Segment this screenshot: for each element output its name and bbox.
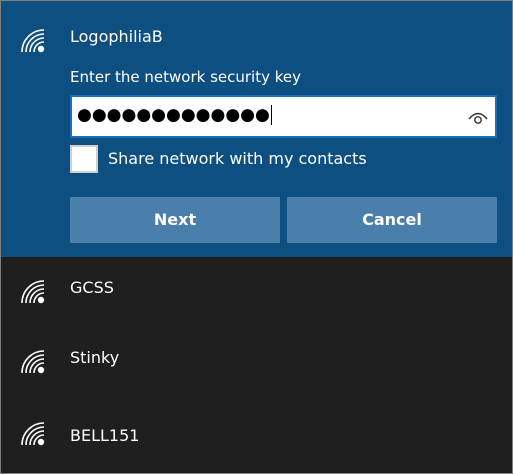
wifi-icon (20, 349, 46, 375)
selected-network-name: LogophiliaB (70, 27, 163, 46)
selected-network-panel[interactable]: LogophiliaB Enter the network security k… (1, 1, 512, 257)
next-button[interactable]: Next (70, 197, 280, 243)
share-network-checkbox[interactable] (70, 145, 98, 173)
masked-key-text: ●●●●●●●●●●●●● (77, 105, 272, 125)
share-network-label[interactable]: Share network with my contacts (108, 148, 367, 170)
wifi-flyout: LogophiliaB Enter the network security k… (0, 0, 513, 474)
cancel-button[interactable]: Cancel (287, 197, 497, 243)
network-name: GCSS (70, 278, 114, 297)
security-key-prompt: Enter the network security key (70, 68, 302, 86)
network-name: Stinky (70, 348, 120, 367)
eye-icon[interactable] (467, 107, 489, 127)
network-list-item[interactable]: GCSS (1, 257, 512, 327)
wifi-icon (20, 421, 46, 447)
wifi-icon (20, 279, 46, 305)
network-list-item[interactable]: Stinky (1, 327, 512, 397)
wifi-icon (20, 28, 46, 54)
security-key-input[interactable]: ●●●●●●●●●●●●● (70, 95, 497, 138)
network-name: BELL151 (70, 426, 140, 445)
network-list-item[interactable]: BELL151 (1, 397, 512, 467)
